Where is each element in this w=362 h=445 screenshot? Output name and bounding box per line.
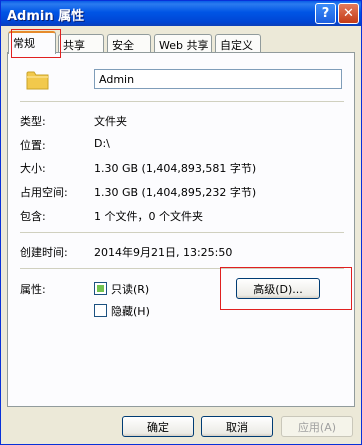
readonly-label[interactable]: 只读(R)	[111, 281, 149, 297]
hidden-checkbox[interactable]	[94, 304, 107, 317]
contains-label: 包含:	[20, 210, 46, 223]
tab-customize[interactable]: 自定义	[215, 34, 261, 52]
help-icon: ?	[321, 6, 330, 21]
disk-size-label: 占用空间:	[20, 186, 68, 199]
general-panel: Admin 类型: 文件夹 位置: D:\ 大小: 1.30 GB (1,404…	[7, 52, 355, 407]
separator	[20, 232, 344, 233]
highlight-tab-box	[11, 29, 61, 58]
folder-name-input[interactable]: Admin	[94, 69, 342, 89]
type-value: 文件夹	[94, 115, 127, 128]
title-bar[interactable]: Admin 属性 ? ✕	[1, 1, 361, 26]
size-label: 大小:	[20, 162, 46, 175]
tab-web-sharing[interactable]: Web 共享	[154, 34, 212, 52]
attributes-label: 属性:	[20, 283, 46, 296]
apply-button: 应用(A)	[281, 416, 353, 437]
highlight-advanced-box	[220, 267, 352, 310]
cancel-button[interactable]: 取消	[201, 416, 273, 437]
properties-dialog: Admin 属性 ? ✕ 常规 共享 安全 Web 共享 自定义 Admin 类…	[0, 0, 362, 445]
help-button[interactable]: ?	[315, 3, 336, 24]
location-value: D:\	[94, 137, 110, 150]
type-label: 类型:	[20, 115, 46, 128]
contains-value: 1 个文件，0 个文件夹	[94, 210, 203, 223]
size-value: 1.30 GB (1,404,893,581 字节)	[94, 162, 257, 175]
location-label: 位置:	[20, 139, 46, 152]
disk-size-value: 1.30 GB (1,404,895,232 字节)	[94, 186, 257, 199]
hidden-label[interactable]: 隐藏(H)	[111, 303, 150, 319]
created-label: 创建时间:	[20, 246, 68, 259]
close-button[interactable]: ✕	[338, 3, 359, 24]
tab-sharing[interactable]: 共享	[58, 34, 104, 52]
tab-security[interactable]: 安全	[107, 34, 151, 52]
separator	[20, 101, 344, 102]
close-icon: ✕	[343, 6, 354, 21]
window-title: Admin 属性	[7, 9, 85, 24]
readonly-checkbox[interactable]	[94, 282, 107, 295]
ok-button[interactable]: 确定	[122, 416, 194, 437]
folder-icon	[26, 71, 49, 90]
created-value: 2014年9月21日, 13:25:50	[94, 246, 233, 259]
